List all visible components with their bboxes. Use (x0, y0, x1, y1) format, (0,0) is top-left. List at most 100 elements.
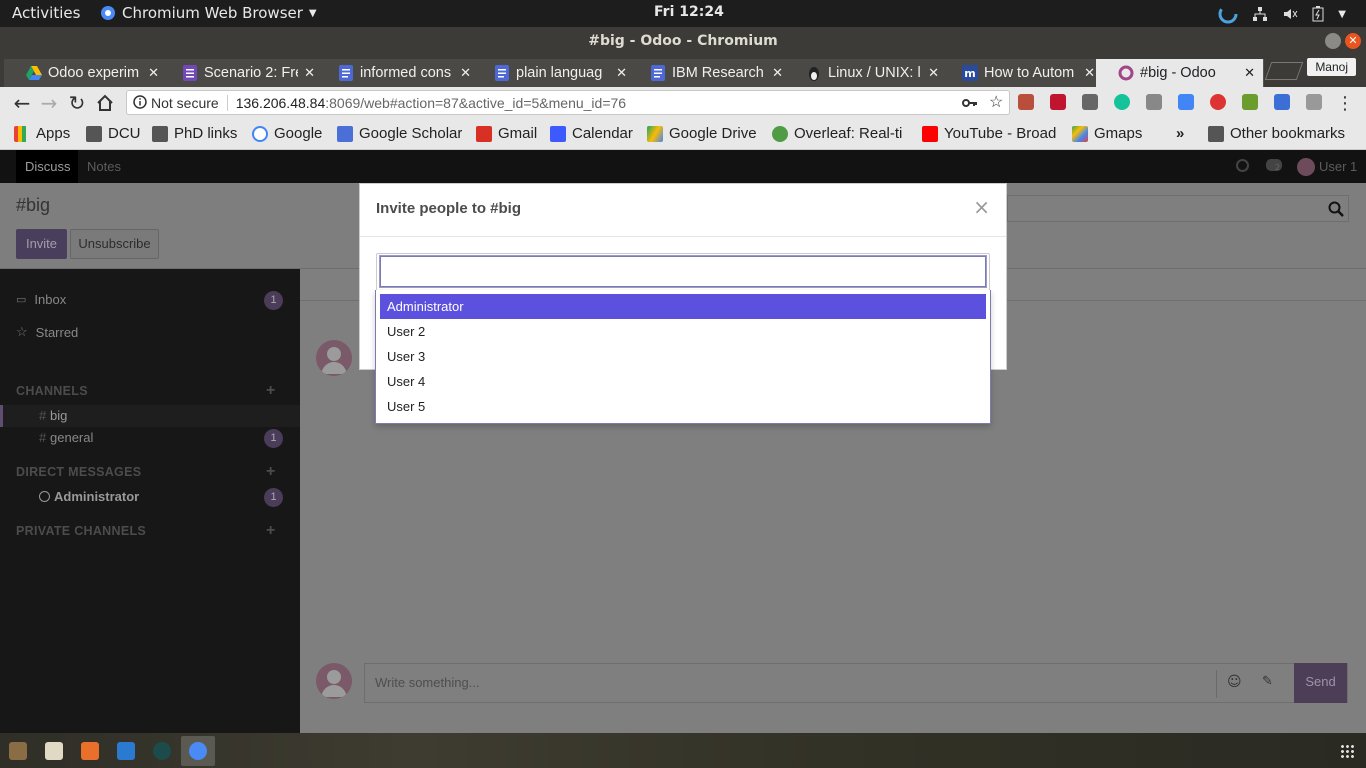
home-icon[interactable] (94, 92, 116, 114)
close-tab-icon[interactable]: ✕ (148, 65, 159, 81)
menu-discuss[interactable]: Discuss (25, 159, 71, 174)
user-avatar[interactable] (1297, 158, 1315, 176)
gitkraken-icon[interactable] (153, 742, 171, 760)
search-input[interactable] (1007, 195, 1349, 222)
extension-stats-icon[interactable] (1242, 94, 1258, 110)
kebab-menu-icon[interactable]: ⋮ (1334, 92, 1356, 114)
clock[interactable]: Fri 12:24 (654, 4, 724, 20)
send-button[interactable]: Send (1294, 663, 1347, 703)
close-tab-icon[interactable]: ✕ (928, 65, 939, 81)
dropdown-option-user-3[interactable]: User 3 (380, 344, 986, 369)
google-translate-icon[interactable] (1178, 94, 1194, 110)
close-tab-icon[interactable]: ✕ (1084, 65, 1095, 81)
bookmark-phd-links[interactable]: PhD links (152, 125, 237, 142)
emoji-icon[interactable]: ☺ (1227, 674, 1242, 690)
dropdown-option-administrator[interactable]: Administrator (380, 294, 986, 319)
channel-item-general[interactable]: # general (0, 427, 300, 449)
add-channel-icon[interactable]: + (266, 382, 275, 400)
sync-icon[interactable] (1218, 4, 1238, 24)
search-icon[interactable] (1328, 201, 1344, 217)
battery-icon[interactable] (1312, 6, 1324, 22)
software-center-icon[interactable] (81, 742, 99, 760)
user-menu[interactable]: User 1 (1319, 159, 1357, 174)
extension-mendeley-icon[interactable] (1050, 94, 1066, 110)
message-avatar[interactable] (316, 340, 352, 376)
sidebar-item-inbox[interactable]: ▭ Inbox (16, 292, 66, 307)
bookmark-google[interactable]: Google (252, 125, 322, 142)
show-applications-icon[interactable] (1340, 744, 1354, 758)
bookmark-dcu[interactable]: DCU (86, 125, 141, 142)
clock-icon[interactable] (1236, 159, 1249, 172)
grammarly-icon[interactable] (1114, 94, 1130, 110)
tab-scenario-2[interactable]: Scenario 2: Fre ✕ (160, 59, 324, 87)
channels-header[interactable]: CHANNELS (16, 384, 88, 398)
key-icon[interactable] (962, 95, 978, 111)
app-menu[interactable]: Chromium Web Browser ▼ (100, 4, 317, 22)
url-text[interactable]: 136.206.48.84:8069/web#action=87&active_… (236, 95, 626, 111)
tab-informed-consent[interactable]: informed cons ✕ (316, 59, 480, 87)
network-icon[interactable] (1252, 6, 1268, 22)
close-tab-icon[interactable]: ✕ (1244, 65, 1255, 81)
chromium-dock-icon[interactable] (189, 742, 207, 760)
close-icon[interactable]: × (973, 195, 990, 219)
dropdown-option-user-5[interactable]: User 5 (380, 394, 986, 419)
close-window-icon[interactable]: ✕ (1345, 33, 1361, 49)
extension-copy-icon[interactable] (1082, 94, 1098, 110)
add-private-channel-icon[interactable]: + (266, 522, 275, 540)
sidebar-item-starred[interactable]: ☆ Starred (16, 324, 78, 340)
profile-button[interactable]: Manoj (1307, 58, 1356, 76)
other-bookmarks[interactable]: Other bookmarks (1208, 125, 1345, 142)
direct-messages-header[interactable]: DIRECT MESSAGES (16, 465, 141, 479)
not-secure-label[interactable]: Not secure (151, 94, 228, 111)
channel-item-big[interactable]: # big (0, 405, 300, 427)
unsubscribe-button[interactable]: Unsubscribe (70, 229, 159, 259)
invite-search-input[interactable] (379, 255, 987, 288)
tab-plain-language[interactable]: plain languag ✕ (472, 59, 636, 87)
bookmark-google-drive[interactable]: Google Drive (647, 125, 757, 142)
reload-icon[interactable]: ↻ (66, 91, 88, 115)
bookmark-apps[interactable]: Apps (14, 125, 70, 142)
tab-linux-unix[interactable]: Linux / UNIX: l ✕ (784, 59, 948, 87)
message-composer[interactable]: Write something... ☺ ✎ (364, 663, 1348, 703)
tab-how-to-automate[interactable]: m How to Autom ✕ (940, 59, 1104, 87)
extension-snowflake-icon[interactable] (1274, 94, 1290, 110)
forward-arrow-icon[interactable]: → (38, 91, 60, 115)
power-menu-icon[interactable]: ▼ (1338, 9, 1346, 20)
files-icon[interactable] (9, 742, 27, 760)
dropdown-option-user-2[interactable]: User 2 (380, 319, 986, 344)
minimize-icon[interactable] (1325, 33, 1341, 49)
close-tab-icon[interactable]: ✕ (304, 65, 315, 81)
new-tab-button[interactable] (1264, 62, 1304, 80)
private-channels-header[interactable]: PRIVATE CHANNELS (16, 524, 146, 538)
back-arrow-icon[interactable]: ← (11, 91, 33, 115)
tab-odoo-experiment[interactable]: Odoo experim ✕ (4, 59, 168, 87)
composer-input[interactable]: Write something... (375, 675, 480, 690)
vscode-icon[interactable] (117, 742, 135, 760)
invite-button[interactable]: Invite (16, 229, 67, 259)
activities-button[interactable]: Activities (12, 4, 80, 22)
extension-print-icon[interactable] (1018, 94, 1034, 110)
close-tab-icon[interactable]: ✕ (460, 65, 471, 81)
volume-icon[interactable] (1282, 6, 1298, 22)
dropdown-option-user-4[interactable]: User 4 (380, 369, 986, 394)
bookmark-gmail[interactable]: Gmail (476, 125, 537, 142)
bookmark-youtube[interactable]: YouTube - Broad (922, 125, 1058, 142)
dm-item-administrator[interactable]: Administrator (0, 486, 300, 508)
bookmark-overleaf[interactable]: Overleaf: Real-ti (772, 125, 908, 142)
extension-pin-icon[interactable] (1306, 94, 1322, 110)
notes-app-icon[interactable] (45, 742, 63, 760)
tab-ibm-research[interactable]: IBM Research ✕ (628, 59, 792, 87)
bookmark-google-scholar[interactable]: Google Scholar (337, 125, 462, 142)
extension-block-icon[interactable] (1210, 94, 1226, 110)
system-tray[interactable]: ▼ (1218, 4, 1346, 24)
close-tab-icon[interactable]: ✕ (616, 65, 627, 81)
menu-notes[interactable]: Notes (87, 159, 121, 174)
close-tab-icon[interactable]: ✕ (772, 65, 783, 81)
tab-big-odoo[interactable]: #big - Odoo ✕ (1096, 59, 1264, 87)
bookmarks-overflow-chevron-icon[interactable]: » (1176, 125, 1184, 142)
bookmark-calendar[interactable]: Calendar (550, 125, 633, 142)
star-icon[interactable]: ☆ (989, 92, 1003, 112)
info-icon[interactable] (133, 95, 147, 109)
address-bar[interactable]: Not secure 136.206.48.84:8069/web#action… (126, 90, 1010, 115)
bookmark-gmaps[interactable]: Gmaps (1072, 125, 1142, 142)
